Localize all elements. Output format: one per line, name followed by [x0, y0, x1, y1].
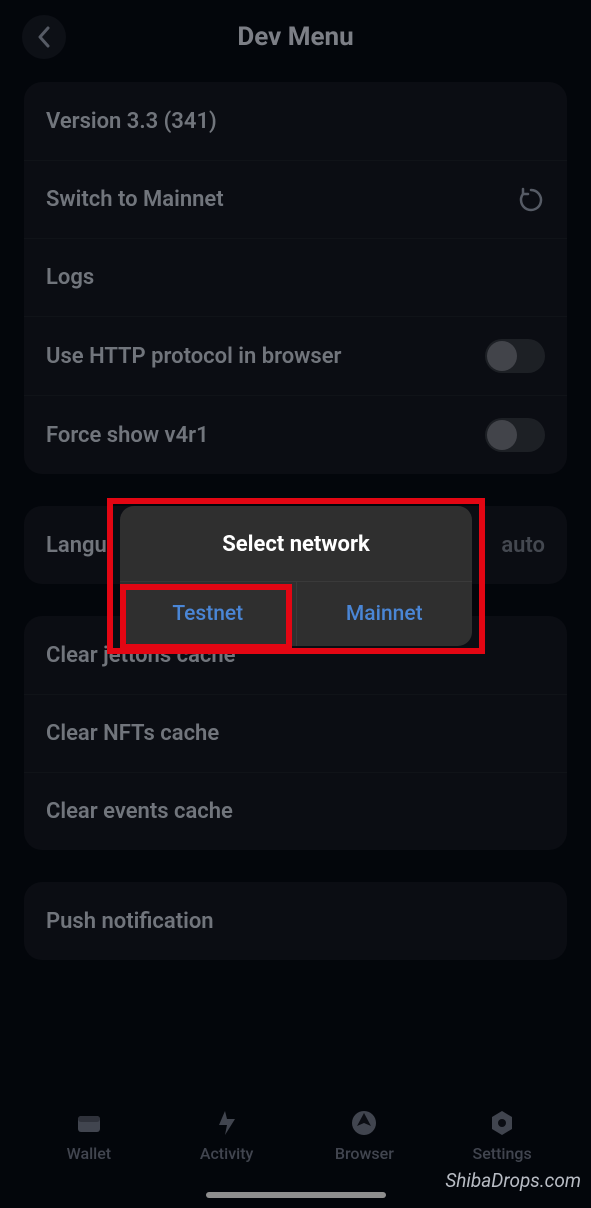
settings-card-3: Clear jettons cache Clear NFTs cache Cle… — [24, 616, 567, 850]
http-toggle[interactable] — [485, 339, 545, 373]
version-row: Version 3.3 (341) — [24, 82, 567, 160]
language-label: Langu — [46, 533, 107, 558]
testnet-button[interactable]: Testnet — [120, 582, 296, 646]
force-v4r1-toggle[interactable] — [485, 418, 545, 452]
clear-events-label: Clear events cache — [46, 799, 233, 824]
toggle-knob — [487, 420, 517, 450]
clear-events-row[interactable]: Clear events cache — [24, 772, 567, 850]
push-label: Push notification — [46, 909, 214, 934]
tab-settings-label: Settings — [473, 1144, 532, 1163]
force-v4r1-row[interactable]: Force show v4r1 — [24, 395, 567, 474]
tab-wallet[interactable]: Wallet — [20, 1108, 158, 1208]
browser-icon — [349, 1108, 379, 1138]
clear-nfts-label: Clear NFTs cache — [46, 721, 219, 746]
tab-browser-label: Browser — [335, 1144, 394, 1163]
switch-mainnet-label: Switch to Mainnet — [46, 187, 224, 212]
activity-icon — [212, 1108, 242, 1138]
home-indicator — [206, 1192, 386, 1198]
refresh-icon — [517, 186, 545, 214]
force-v4r1-label: Force show v4r1 — [46, 423, 209, 448]
tab-activity-label: Activity — [200, 1144, 254, 1163]
push-row[interactable]: Push notification — [24, 882, 567, 960]
page-title: Dev Menu — [237, 22, 353, 52]
chevron-left-icon — [37, 26, 51, 48]
select-network-modal: Select network Testnet Mainnet — [120, 506, 472, 646]
clear-nfts-row[interactable]: Clear NFTs cache — [24, 694, 567, 772]
modal-buttons: Testnet Mainnet — [120, 582, 472, 646]
header: Dev Menu — [0, 0, 591, 74]
tab-wallet-label: Wallet — [67, 1144, 112, 1163]
switch-mainnet-row[interactable]: Switch to Mainnet — [24, 160, 567, 238]
clear-jettons-label: Clear jettons cache — [46, 643, 236, 668]
modal-title: Select network — [120, 506, 472, 582]
logs-label: Logs — [46, 265, 94, 290]
http-label: Use HTTP protocol in browser — [46, 344, 341, 369]
http-row[interactable]: Use HTTP protocol in browser — [24, 316, 567, 395]
mainnet-button[interactable]: Mainnet — [296, 582, 473, 646]
settings-card-4: Push notification — [24, 882, 567, 960]
back-button[interactable] — [22, 15, 66, 59]
logs-row[interactable]: Logs — [24, 238, 567, 316]
settings-icon — [487, 1108, 517, 1138]
toggle-knob — [487, 341, 517, 371]
wallet-icon — [74, 1108, 104, 1138]
tab-settings[interactable]: Settings — [433, 1108, 571, 1208]
language-value: auto — [501, 533, 545, 558]
settings-card-1: Version 3.3 (341) Switch to Mainnet Logs… — [24, 82, 567, 474]
version-label: Version 3.3 (341) — [46, 109, 217, 134]
watermark: ShibaDrops.com — [445, 1169, 581, 1192]
